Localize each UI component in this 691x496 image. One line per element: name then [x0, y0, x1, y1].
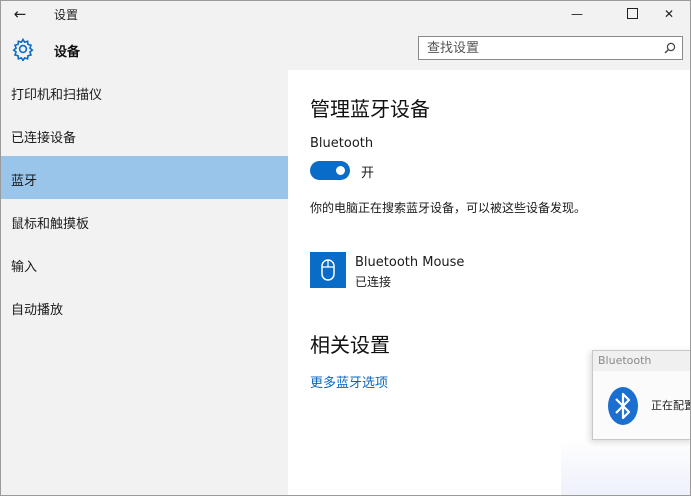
- sidebar-item-label: 蓝牙: [11, 174, 38, 189]
- sidebar-item-bluetooth[interactable]: 蓝牙: [1, 156, 288, 199]
- back-button[interactable]: ←: [9, 4, 31, 24]
- bluetooth-icon: [608, 387, 638, 425]
- device-name[interactable]: Bluetooth Mouse: [355, 255, 464, 270]
- notification-title: Bluetooth: [598, 354, 652, 367]
- sidebar-item-printers[interactable]: 打印机和扫描仪: [1, 70, 288, 113]
- sidebar-item-label: 已连接设备: [11, 131, 77, 146]
- page-header: 设备: [1, 28, 690, 70]
- discovery-status-text: 你的电脑正在搜索蓝牙设备，可以被这些设备发现。: [310, 201, 587, 215]
- sidebar-item-typing[interactable]: 输入: [1, 242, 288, 285]
- sidebar-item-connected-devices[interactable]: 已连接设备: [1, 113, 288, 156]
- minimize-button[interactable]: —: [554, 1, 600, 28]
- settings-window: ← 设置 — ✕ 设备 打印机和扫描仪 已连接设备 蓝牙 鼠标和触摸板 输入 自…: [0, 0, 691, 496]
- sidebar-item-autoplay[interactable]: 自动播放: [1, 285, 288, 328]
- sidebar-item-label: 鼠标和触摸板: [11, 217, 90, 232]
- close-button[interactable]: ✕: [646, 1, 690, 28]
- search-box[interactable]: [418, 36, 683, 60]
- sidebar-item-mouse-touchpad[interactable]: 鼠标和触摸板: [1, 199, 288, 242]
- search-icon[interactable]: [664, 42, 676, 54]
- title-bar: ← 设置 — ✕: [1, 1, 690, 28]
- mouse-icon[interactable]: [310, 252, 346, 288]
- sidebar-item-label: 自动播放: [11, 303, 64, 318]
- sidebar: 打印机和扫描仪 已连接设备 蓝牙 鼠标和触摸板 输入 自动播放: [1, 70, 288, 495]
- related-settings-title: 相关设置: [310, 333, 390, 357]
- sidebar-item-label: 打印机和扫描仪: [11, 88, 103, 103]
- more-bluetooth-options-link[interactable]: 更多蓝牙选项: [310, 372, 388, 391]
- bluetooth-label: Bluetooth: [310, 136, 374, 151]
- background-fade: [561, 438, 690, 495]
- notification-header: Bluetooth: [593, 351, 690, 371]
- toggle-knob: [336, 166, 345, 175]
- sidebar-item-label: 输入: [11, 260, 38, 275]
- device-status: 已连接: [355, 275, 392, 289]
- maximize-icon: [626, 8, 638, 19]
- window-title: 设置: [54, 8, 79, 22]
- page-title: 设备: [54, 45, 81, 60]
- bluetooth-notification[interactable]: Bluetooth 正在配置: [592, 350, 691, 440]
- search-input[interactable]: [427, 40, 657, 57]
- notification-text: 正在配置: [651, 399, 691, 412]
- gear-icon: [12, 37, 34, 61]
- section-title: 管理蓝牙设备: [310, 97, 430, 121]
- toggle-state-label: 开: [361, 166, 375, 181]
- bluetooth-toggle[interactable]: [310, 161, 350, 180]
